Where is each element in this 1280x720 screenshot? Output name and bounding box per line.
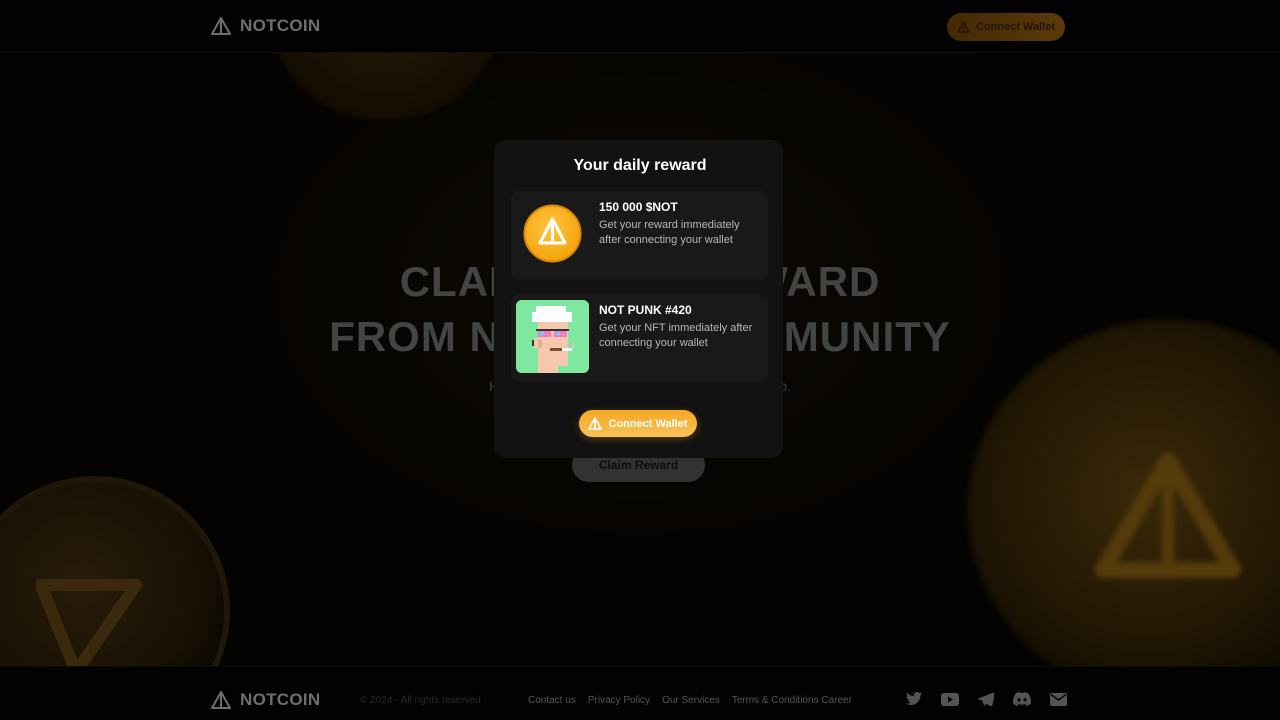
reward-description: Get your reward immediately after connec… [599,219,740,246]
reward-card-not: 150 000 $NOT Get your reward immediately… [511,191,768,279]
notcoin-logo-icon [588,417,603,430]
punk-nft-image [516,300,589,373]
reward-card-nft: NOT PUNK #420 Get your NFT immediately a… [511,294,768,382]
modal-connect-wallet-label: Connect Wallet [608,417,688,430]
notcoin-coin-icon [516,197,589,270]
reward-description: Get your NFT immediately after connectin… [599,322,753,349]
modal-connect-wallet-button[interactable]: Connect Wallet [579,410,697,437]
reward-title: NOT PUNK #420 [599,303,692,317]
reward-title: 150 000 $NOT [599,200,678,214]
modal-title: Your daily reward [573,157,707,174]
